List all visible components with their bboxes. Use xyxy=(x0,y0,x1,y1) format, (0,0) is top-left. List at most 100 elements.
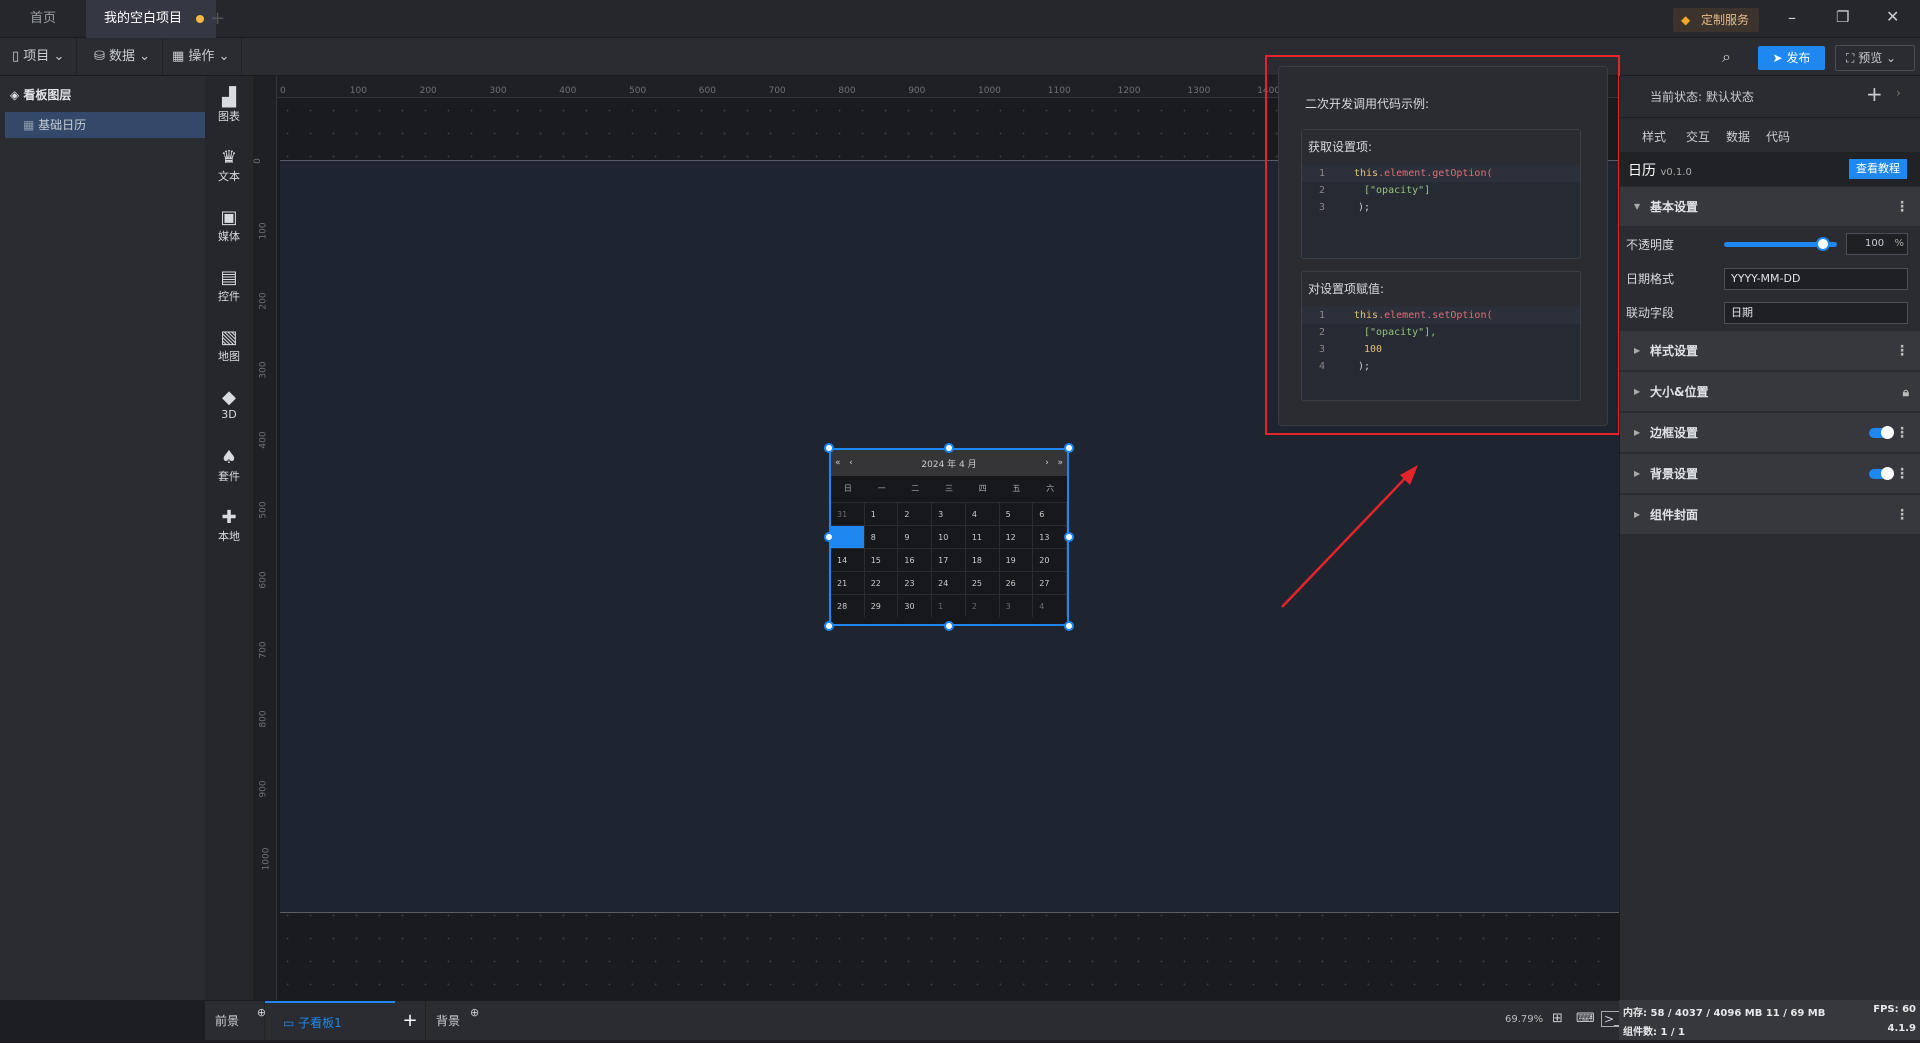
sidebar-item-kit[interactable]: ♠ 套件 xyxy=(205,448,253,484)
resize-handle[interactable] xyxy=(944,621,954,631)
minimize-button[interactable]: – xyxy=(1788,8,1796,27)
section-size-position[interactable]: ▶ 大小&位置 🔒︎ xyxy=(1620,371,1920,411)
sidebar-item-chart[interactable]: ▟ 图表 xyxy=(205,88,253,124)
sidebar-item-text[interactable]: ♛ 文本 xyxy=(205,148,253,184)
calendar-day[interactable]: 19 xyxy=(999,548,1034,571)
prev-year-button[interactable]: « ‹ xyxy=(835,458,853,468)
calendar-day[interactable]: 3 xyxy=(999,594,1034,617)
more-icon[interactable]: ⋮ xyxy=(1895,187,1909,227)
link-field-input[interactable]: 日期 xyxy=(1724,302,1908,324)
resize-handle[interactable] xyxy=(824,532,834,542)
calendar-day[interactable]: 31 xyxy=(831,502,865,525)
search-icon[interactable]: ⌕ xyxy=(1722,47,1731,67)
calendar-day[interactable]: 4 xyxy=(965,502,1000,525)
slider-thumb[interactable] xyxy=(1816,237,1830,251)
calendar-day[interactable]: 23 xyxy=(898,571,933,594)
calendar-day[interactable]: 3 xyxy=(932,502,966,525)
sidebar-item-3d[interactable]: ◆ 3D xyxy=(205,388,253,422)
calendar-day[interactable]: 16 xyxy=(898,548,933,571)
tab-code[interactable]: 代码 xyxy=(1766,128,1790,155)
next-month-button[interactable]: › » xyxy=(1045,458,1063,468)
calendar-day[interactable]: 6 xyxy=(1033,502,1067,525)
menu-operation[interactable]: ▦ 操作 ⌄ xyxy=(160,38,243,76)
calendar-day[interactable]: 5 xyxy=(999,502,1034,525)
add-board-button[interactable]: + xyxy=(395,1001,425,1041)
section-style[interactable]: ▶ 样式设置 ⋮ xyxy=(1620,330,1920,370)
close-button[interactable]: ✕ xyxy=(1886,7,1899,26)
publish-button[interactable]: ➤ 发布 xyxy=(1758,46,1825,70)
calendar-day[interactable]: 12 xyxy=(999,525,1034,548)
sidebar-item-control[interactable]: ▤ 控件 xyxy=(205,268,253,304)
resize-handle[interactable] xyxy=(1064,621,1074,631)
background-toggle[interactable] xyxy=(1869,467,1894,480)
calendar-day[interactable]: 10 xyxy=(932,525,966,548)
tab-home[interactable]: 首页 xyxy=(12,0,74,38)
more-icon[interactable]: ⋮ xyxy=(1895,413,1909,453)
calendar-day[interactable]: 11 xyxy=(965,525,1000,548)
section-background[interactable]: ▶ 背景设置 ⋮ xyxy=(1620,453,1920,493)
menu-project[interactable]: ▯ 项目 ⌄ xyxy=(0,38,78,76)
calendar-day[interactable]: 4 xyxy=(1033,594,1067,617)
calendar-day[interactable]: 28 xyxy=(831,594,865,617)
calendar-day[interactable]: 9 xyxy=(898,525,933,548)
tab-project[interactable]: 我的空白项目 xyxy=(86,0,217,38)
calendar-day[interactable] xyxy=(831,525,865,548)
more-icon[interactable]: ⋮ xyxy=(1895,331,1909,371)
sidebar-item-local[interactable]: ✚ 本地 xyxy=(205,508,253,544)
calendar-day[interactable]: 8 xyxy=(864,525,899,548)
calendar-day[interactable]: 21 xyxy=(831,571,865,594)
zoom-level[interactable]: 69.79% xyxy=(1505,1014,1543,1025)
calendar-day[interactable]: 24 xyxy=(932,571,966,594)
tutorial-button[interactable]: 查看教程 xyxy=(1849,159,1907,179)
calendar-day[interactable]: 30 xyxy=(898,594,933,617)
tab-background[interactable]: 背景 ⊕ xyxy=(425,1001,485,1041)
sidebar-item-media[interactable]: ▣ 媒体 xyxy=(205,208,253,244)
calendar-day[interactable]: 2 xyxy=(965,594,1000,617)
border-toggle[interactable] xyxy=(1869,426,1894,439)
resize-handle[interactable] xyxy=(824,621,834,631)
keyboard-icon[interactable]: ⌨ xyxy=(1576,1011,1595,1026)
calendar-day[interactable]: 2 xyxy=(898,502,933,525)
tab-foreground[interactable]: 前景 ⊕ xyxy=(205,1001,266,1041)
preview-button[interactable]: ⛶ 预览 ⌄ xyxy=(1835,45,1915,71)
opacity-input[interactable]: 100% xyxy=(1846,233,1908,255)
tab-subboard[interactable]: ▭ 子看板1 xyxy=(265,1001,395,1041)
calendar-day[interactable]: 1 xyxy=(932,594,966,617)
resize-handle[interactable] xyxy=(1064,532,1074,542)
calendar-day[interactable]: 17 xyxy=(932,548,966,571)
calendar-widget[interactable]: « ‹ 2024 年 4 月 › » 日一二三四五六 31 1 2 3 4 5 6 8 9 10 11… xyxy=(824,443,1074,631)
calendar-day[interactable]: 20 xyxy=(1033,548,1067,571)
sidebar-item-map[interactable]: ▧ 地图 xyxy=(205,328,253,364)
more-icon[interactable]: ⋮ xyxy=(1895,454,1909,494)
calendar-day[interactable]: 22 xyxy=(864,571,899,594)
tab-interaction[interactable]: 交互 xyxy=(1686,128,1710,155)
section-basic[interactable]: ▼ 基本设置 ⋮ xyxy=(1620,186,1920,226)
lock-icon[interactable]: 🔒︎ xyxy=(1903,372,1909,412)
layer-item[interactable]: ▦ 基础日历 xyxy=(5,112,205,138)
fit-screen-icon[interactable]: ⊞ xyxy=(1552,1011,1563,1026)
resize-handle[interactable] xyxy=(944,443,954,453)
calendar-day[interactable]: 15 xyxy=(864,548,899,571)
chevron-right-icon[interactable]: › xyxy=(1896,86,1901,100)
calendar-day[interactable]: 1 xyxy=(864,502,899,525)
custom-service-button[interactable]: ◆ 定制服务 xyxy=(1673,8,1759,32)
tab-style[interactable]: 样式 xyxy=(1638,128,1671,155)
section-cover[interactable]: ▶ 组件封面 ⋮ xyxy=(1620,494,1920,534)
tab-data[interactable]: 数据 xyxy=(1726,128,1750,155)
calendar-day[interactable]: 26 xyxy=(999,571,1034,594)
calendar-day[interactable]: 13 xyxy=(1033,525,1067,548)
section-border[interactable]: ▶ 边框设置 ⋮ xyxy=(1620,412,1920,452)
calendar-day[interactable]: 27 xyxy=(1033,571,1067,594)
date-format-input[interactable]: YYYY-MM-DD xyxy=(1724,268,1908,290)
menu-data[interactable]: ⛁ 数据 ⌄ xyxy=(82,38,164,76)
add-state-button[interactable]: + xyxy=(1866,82,1883,106)
add-circle-icon[interactable]: ⊕ xyxy=(470,993,479,1033)
calendar-day[interactable]: 25 xyxy=(965,571,1000,594)
more-icon[interactable]: ⋮ xyxy=(1895,495,1909,535)
restore-button[interactable]: ❐ xyxy=(1836,8,1849,26)
calendar-day[interactable]: 14 xyxy=(831,548,865,571)
resize-handle[interactable] xyxy=(1064,443,1074,453)
new-tab-button[interactable]: + xyxy=(210,8,225,29)
calendar-day[interactable]: 18 xyxy=(965,548,1000,571)
calendar-day[interactable]: 29 xyxy=(864,594,899,617)
